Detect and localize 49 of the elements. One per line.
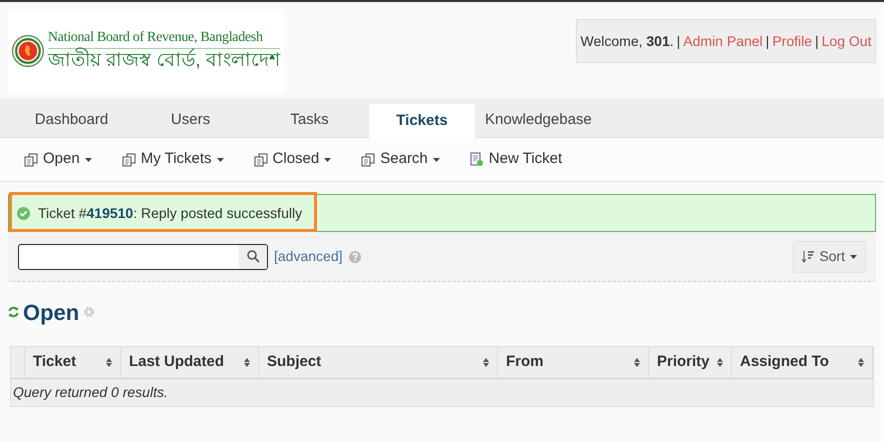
new-document-icon [470, 152, 484, 167]
subnav-link[interactable]: Open [24, 148, 92, 171]
column-header[interactable]: Last Updated [121, 347, 259, 378]
separator: | [676, 32, 680, 51]
sort-arrows-icon [858, 358, 864, 367]
sort-button[interactable]: Sort [793, 240, 866, 272]
caret-icon [324, 158, 332, 162]
advanced-link[interactable]: [advanced] [274, 246, 342, 267]
subnav-link[interactable]: Closed [254, 148, 332, 171]
refresh-icon[interactable] [8, 306, 19, 318]
welcome-text: Welcome, 301. [580, 32, 674, 50]
sort-icon [802, 250, 814, 264]
check-circle-icon [17, 206, 30, 220]
subnav-link[interactable]: My Tickets [122, 148, 224, 171]
column-header[interactable]: Priority [649, 347, 732, 378]
logo-bengali-text: জাতীয় রাজস্ব বোর্ড, বাংলাদেশ [48, 49, 280, 74]
column-header[interactable]: Subject [259, 347, 498, 378]
separator: | [766, 32, 770, 51]
sort-arrows-icon [106, 358, 112, 367]
nav-tab[interactable]: Users [131, 103, 250, 137]
sort-arrows-icon [634, 358, 640, 367]
help-icon[interactable] [348, 250, 360, 262]
column-header[interactable]: From [498, 347, 649, 378]
sort-arrows-icon [717, 358, 723, 367]
caret-icon [84, 158, 92, 162]
caret-icon [432, 158, 440, 162]
queue-title: Open [23, 298, 80, 327]
sort-arrows-icon [483, 358, 489, 367]
nav-tab[interactable]: Knowledgebase [475, 103, 602, 137]
search-icon[interactable] [246, 250, 260, 263]
separator: | [815, 32, 819, 51]
ticket-link[interactable]: 419510 [86, 204, 134, 220]
documents-icon [254, 152, 268, 166]
sort-arrows-icon [244, 358, 250, 367]
search-field[interactable] [18, 244, 268, 270]
empty-message: Query returned 0 results. [13, 383, 168, 402]
caret-icon [850, 254, 857, 258]
caret-icon [216, 158, 224, 162]
alert-message: Ticket #419510: Reply posted successfully [38, 204, 302, 223]
documents-icon [361, 152, 376, 166]
column-header[interactable]: Assigned To [732, 347, 873, 378]
nav-tab[interactable]: Tickets [369, 104, 475, 138]
column-header[interactable]: Ticket [25, 347, 121, 378]
nav-tab[interactable]: Dashboard [12, 103, 131, 137]
subnav-link[interactable]: New Ticket [470, 148, 562, 171]
nav-tab[interactable]: Tasks [250, 103, 369, 137]
subnav-link[interactable]: Search [361, 148, 440, 171]
documents-icon [122, 152, 136, 166]
documents-icon [24, 152, 38, 166]
